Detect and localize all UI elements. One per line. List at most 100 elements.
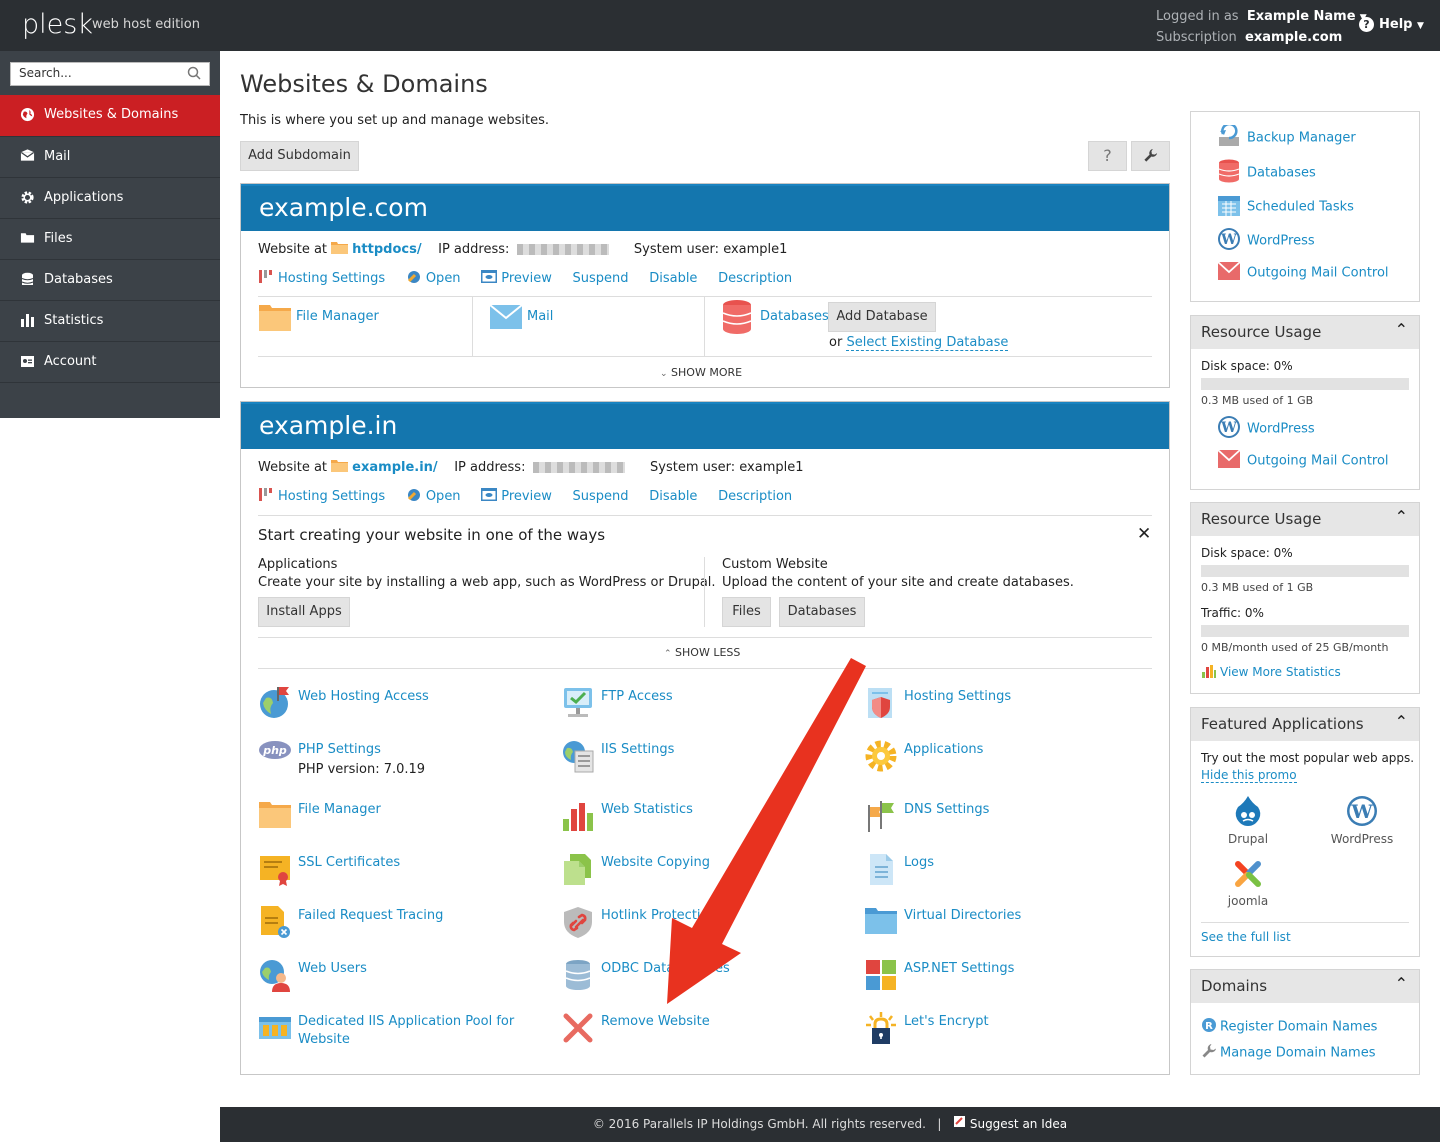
show-less-label: SHOW LESS <box>675 646 741 659</box>
suggest-idea-link[interactable]: Suggest an Idea <box>970 1117 1067 1131</box>
view-more-statistics-link[interactable]: View More Statistics <box>1201 664 1341 681</box>
sidebar-item-label: Databases <box>44 272 113 287</box>
open-link[interactable]: Open <box>426 271 461 286</box>
hide-promo-link[interactable]: Hide this promo <box>1201 768 1297 783</box>
show-less-toggle[interactable]: ⌃ SHOW LESS <box>664 646 740 659</box>
mail-label: Mail <box>527 309 554 324</box>
chevron-up-icon[interactable]: ⌃ <box>1395 974 1408 993</box>
link-label: View More Statistics <box>1220 665 1341 679</box>
open-link[interactable]: Open <box>426 489 461 504</box>
wordpress-link[interactable]: W WordPress <box>1217 227 1315 255</box>
ssl-certificate-icon <box>258 852 292 886</box>
description-link[interactable]: Description <box>718 271 792 286</box>
link-label: Manage Domain Names <box>1220 1045 1376 1061</box>
sidebar-item-mail[interactable]: Mail <box>0 136 220 177</box>
divider <box>704 297 705 356</box>
edition-label: web host edition <box>92 17 200 32</box>
ftp-access-icon <box>561 686 595 720</box>
docroot-link[interactable]: httpdocs/ <box>352 242 421 257</box>
search-input[interactable]: Search... <box>10 62 210 86</box>
sidebar-item-account[interactable]: Account <box>0 341 220 382</box>
files-button[interactable]: Files <box>722 597 771 627</box>
divider <box>258 296 1152 297</box>
chevron-up-icon[interactable]: ⌃ <box>1395 320 1408 339</box>
wrench-icon <box>1201 1043 1217 1063</box>
add-subdomain-button[interactable]: Add Subdomain <box>240 141 359 171</box>
manage-domain-names-link[interactable]: Manage Domain Names <box>1201 1043 1375 1063</box>
sidebar-item-websites-domains[interactable]: Websites & Domains <box>0 95 220 136</box>
featured-applications-header[interactable]: Featured Applications ⌃ <box>1191 708 1419 741</box>
plesk-logo[interactable]: plesk <box>22 9 93 40</box>
chevron-up-icon[interactable]: ⌃ <box>1395 507 1408 526</box>
ip-address-redacted <box>533 462 626 473</box>
backup-manager-link[interactable]: Backup Manager <box>1217 122 1356 151</box>
sidebar-item-label: Statistics <box>44 313 104 328</box>
disable-link[interactable]: Disable <box>649 489 697 504</box>
tile-label: Virtual Directories <box>904 908 1022 923</box>
hosting-settings-link[interactable]: Hosting Settings <box>278 489 385 504</box>
sidebar-item-databases[interactable]: Databases <box>0 259 220 300</box>
suspend-link[interactable]: Suspend <box>573 489 629 504</box>
preview-link[interactable]: Preview <box>501 489 552 504</box>
suspend-link[interactable]: Suspend <box>573 271 629 286</box>
wordpress-app[interactable]: W <box>1346 795 1378 830</box>
resource-usage-header[interactable]: Resource Usage ⌃ <box>1191 316 1419 349</box>
page-title: Websites & Domains <box>240 70 488 98</box>
wordpress-link[interactable]: W WordPress <box>1217 415 1315 443</box>
hosting-settings-link[interactable]: Hosting Settings <box>278 271 385 286</box>
wordpress-icon: W <box>1217 415 1241 443</box>
wordpress-icon: W <box>1346 796 1378 830</box>
help-label: Help <box>1379 17 1413 32</box>
web-statistics-icon <box>561 799 595 833</box>
sidebar-item-files[interactable]: Files <box>0 218 220 259</box>
tile-label: Web Hosting Access <box>298 689 429 704</box>
scheduled-tasks-link[interactable]: Scheduled Tasks <box>1217 193 1354 221</box>
outgoing-mail-control-link[interactable]: Outgoing Mail Control <box>1217 261 1389 285</box>
docroot-link[interactable]: example.in/ <box>352 460 438 475</box>
tools-button[interactable] <box>1131 141 1170 171</box>
mail-icon <box>1217 449 1241 473</box>
see-full-list-link[interactable]: See the full list <box>1201 930 1291 944</box>
joomla-app[interactable] <box>1231 857 1265 894</box>
install-apps-button[interactable]: Install Apps <box>258 597 350 627</box>
description-link[interactable]: Description <box>718 489 792 504</box>
subscription-value[interactable]: example.com <box>1245 30 1342 45</box>
applications-heading: Applications <box>258 557 338 572</box>
mail-icon <box>489 304 523 338</box>
custom-website-heading: Custom Website <box>722 557 828 572</box>
disk-space-label: Disk space: 0% <box>1201 546 1293 560</box>
resource-usage-header[interactable]: Resource Usage ⌃ <box>1191 503 1419 536</box>
search-icon[interactable] <box>187 66 201 84</box>
file-manager-label: File Manager <box>296 309 379 324</box>
chevron-up-icon[interactable]: ⌃ <box>1395 712 1408 731</box>
show-more-toggle[interactable]: ⌄ SHOW MORE <box>660 366 742 379</box>
globe-icon <box>19 107 35 123</box>
wordpress-label: WordPress <box>1330 832 1394 846</box>
domains-header[interactable]: Domains ⌃ <box>1191 970 1419 1003</box>
drupal-app[interactable] <box>1228 795 1268 830</box>
applications-icon <box>864 739 898 773</box>
add-database-button[interactable]: Add Database <box>828 302 936 332</box>
sidebar-item-applications[interactable]: Applications <box>0 177 220 218</box>
website-at-label: Website at <box>258 460 328 475</box>
select-existing-database-link[interactable]: Select Existing Database <box>846 335 1009 351</box>
virtual-directories-icon <box>864 905 898 939</box>
databases-link[interactable]: Databases <box>1217 159 1316 187</box>
user-name-menu[interactable]: Example Name <box>1247 9 1356 24</box>
tile-label: PHP Settings <box>298 742 381 757</box>
close-icon[interactable]: ✕ <box>1137 524 1151 544</box>
sidebar-item-statistics[interactable]: Statistics <box>0 300 220 341</box>
help-button[interactable]: ? <box>1088 141 1127 171</box>
tile-label: ASP.NET Settings <box>904 961 1015 976</box>
traffic-label: Traffic: 0% <box>1201 606 1264 620</box>
preview-link[interactable]: Preview <box>501 271 552 286</box>
register-domain-names-link[interactable]: R Register Domain Names <box>1201 1017 1377 1037</box>
databases-button[interactable]: Databases <box>779 597 865 627</box>
outgoing-mail-control-link[interactable]: Outgoing Mail Control <box>1217 449 1389 473</box>
help-menu[interactable]: ? Help ▼ <box>1359 17 1424 32</box>
disable-link[interactable]: Disable <box>649 271 697 286</box>
domain-name[interactable]: example.com <box>241 184 1169 231</box>
domain-name[interactable]: example.in <box>241 402 1169 449</box>
svg-text:R: R <box>1205 1021 1213 1032</box>
help-icon: ? <box>1359 17 1374 32</box>
